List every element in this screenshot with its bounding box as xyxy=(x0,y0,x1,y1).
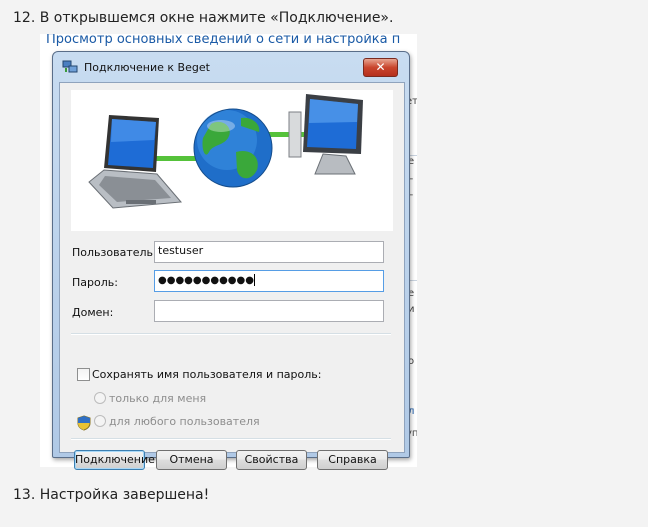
dialog-titlebar[interactable]: Подключение к Beget ✕ xyxy=(53,52,409,82)
cancel-button[interactable]: Отмена xyxy=(156,450,227,470)
desktop-monitor-icon xyxy=(288,94,363,175)
domain-field[interactable] xyxy=(154,300,384,322)
any-user-radio[interactable] xyxy=(94,415,106,427)
save-credentials-checkbox[interactable] xyxy=(77,368,90,381)
network-connection-icon xyxy=(62,60,78,73)
username-field[interactable]: testuser xyxy=(154,241,384,263)
dialog-body: Пользователь: testuser Пароль: ●●●●●●●●●… xyxy=(59,82,405,470)
connect-dialog: Подключение к Beget ✕ Пользователь: test… xyxy=(52,51,410,470)
domain-label: Домен: xyxy=(72,306,114,319)
connect-button[interactable]: Подключение xyxy=(74,450,155,470)
only-me-label: только для меня xyxy=(109,392,207,405)
save-credentials-label[interactable]: Сохранять имя пользователя и пароль: xyxy=(92,368,321,381)
separator xyxy=(71,438,391,440)
background-heading-link[interactable]: Просмотр основных сведений о сети и наст… xyxy=(46,34,400,47)
username-label: Пользователь: xyxy=(72,246,157,259)
password-label: Пароль: xyxy=(72,276,118,289)
close-icon: ✕ xyxy=(375,60,386,74)
connection-banner xyxy=(71,90,393,231)
only-me-radio[interactable] xyxy=(94,392,106,404)
properties-button[interactable]: Свойства xyxy=(236,450,307,470)
password-mask: ●●●●●●●●●●● xyxy=(158,275,254,286)
text-caret xyxy=(253,274,255,286)
laptop-icon xyxy=(88,115,183,209)
help-button[interactable]: Справка xyxy=(317,450,388,470)
step-12-instruction: 12. В открывшемся окне нажмите «Подключе… xyxy=(13,10,394,26)
password-field[interactable]: ●●●●●●●●●●● xyxy=(154,270,384,292)
dialog-title: Подключение к Beget xyxy=(84,61,210,74)
close-button[interactable]: ✕ xyxy=(363,58,398,77)
uac-shield-icon xyxy=(77,415,91,431)
globe-icon xyxy=(193,108,273,188)
step-13-instruction: 13. Настройка завершена! xyxy=(13,487,210,503)
separator xyxy=(71,333,391,335)
any-user-label: для любого пользователя xyxy=(109,415,260,428)
